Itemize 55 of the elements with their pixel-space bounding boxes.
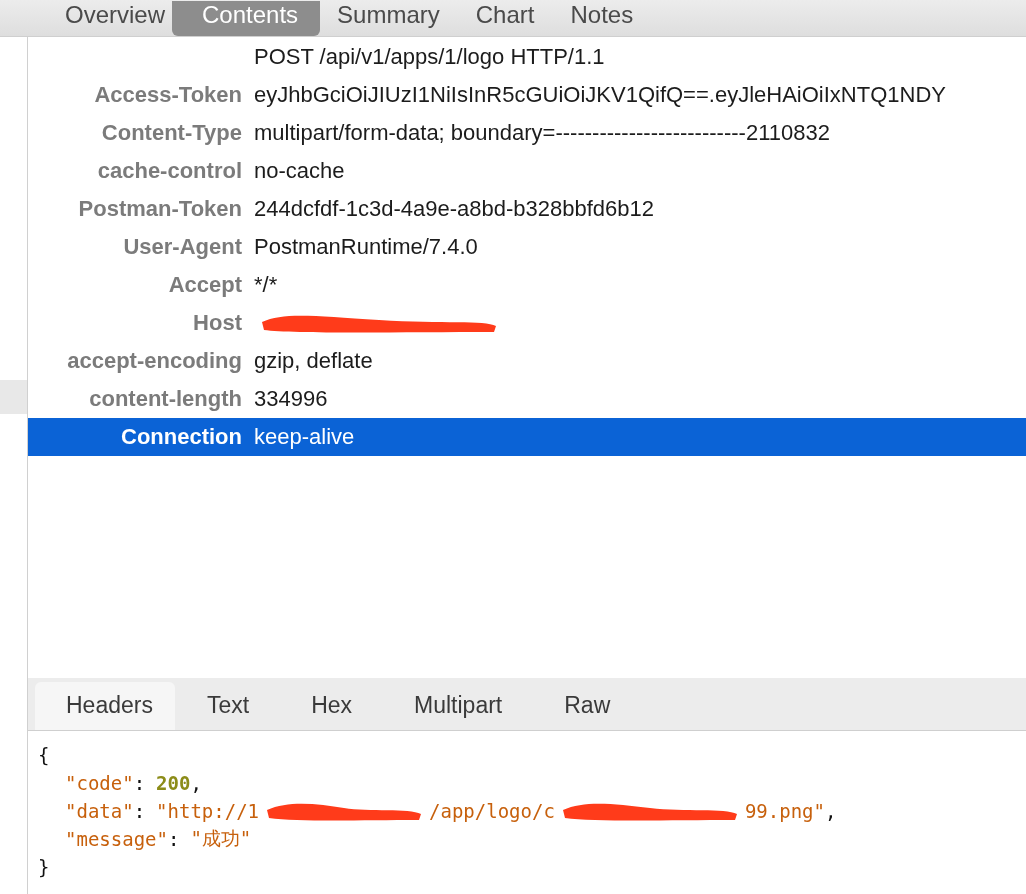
header-value: PostmanRuntime/7.4.0 <box>254 234 478 260</box>
header-row[interactable]: Content-Type multipart/form-data; boundary=--------------------------2110832 <box>28 114 1026 152</box>
json-value: "http://1 <box>156 800 260 822</box>
header-value: keep-alive <box>254 424 355 450</box>
header-row[interactable]: Accept */* <box>28 266 1026 304</box>
json-value: "成功" <box>190 826 252 851</box>
header-value: */* <box>254 272 278 298</box>
header-row[interactable]: User-Agent PostmanRuntime/7.4.0 <box>28 228 1026 266</box>
sidebar-highlight <box>0 380 27 414</box>
header-name: Content-Type <box>100 120 243 146</box>
json-key: "data" <box>65 800 134 822</box>
header-value: gzip, deflate <box>254 348 373 374</box>
json-colon: : <box>167 828 180 850</box>
request-line: POST /api/v1/apps/1/logo HTTP/1.1 <box>254 44 605 70</box>
header-name: Host <box>192 310 243 336</box>
header-row[interactable]: content-length 334996 <box>28 380 1026 418</box>
json-value: 99.png" <box>744 800 825 822</box>
header-row[interactable]: Postman-Token 244dcfdf-1c3d-4a9e-a8bd-b328bbfd6b12 <box>28 190 1026 228</box>
tab[interactable]: Summary <box>330 1 447 36</box>
header-value: multipart/form-data; boundary=--------------------------2110832 <box>254 120 830 146</box>
json-value: /app/logo/c <box>429 800 555 822</box>
json-key: "message" <box>65 828 168 850</box>
header-value: 334996 <box>254 386 328 412</box>
code-brace: { <box>38 744 50 766</box>
header-row[interactable]: cache-control no-cache <box>28 152 1026 190</box>
tab[interactable]: Overview <box>58 1 173 36</box>
header-name: Accept <box>167 272 243 298</box>
json-colon: : <box>133 800 146 822</box>
tab[interactable]: Headers <box>35 682 175 730</box>
tab[interactable]: Multipart <box>384 682 533 730</box>
header-value: no-cache <box>254 158 345 184</box>
header-value: 244dcfdf-1c3d-4a9e-a8bd-b328bbfd6b12 <box>254 196 654 222</box>
tab[interactable]: Raw <box>534 682 641 730</box>
json-colon: : <box>133 772 146 794</box>
json-key: "code" <box>65 772 134 794</box>
tab[interactable]: Chart <box>468 1 542 36</box>
header-row[interactable]: accept-encoding gzip, deflate <box>28 342 1026 380</box>
code-brace: } <box>38 856 50 878</box>
header-name: User-Agent <box>122 234 243 260</box>
header-name: Connection <box>120 424 243 450</box>
header-name: cache-control <box>96 158 243 184</box>
header-name: content-length <box>88 386 243 412</box>
tab[interactable]: Notes <box>563 1 641 36</box>
header-row[interactable]: Access-Token eyJhbGciOiJIUzI1NiIsInR5cGUiOiJKV1QifQ==.eyJleHAiOiIxNTQ1NDY <box>28 76 1026 114</box>
header-row[interactable]: Host <box>28 304 1026 342</box>
header-value: eyJhbGciOiJIUzI1NiIsInR5cGUiOiJKV1QifQ==.eyJleHAiOiIxNTQ1NDY <box>254 82 946 108</box>
tab[interactable]: Text <box>176 682 280 730</box>
json-value: 200 <box>156 772 191 794</box>
header-name: Postman-Token <box>77 196 243 222</box>
header-name: Access-Token <box>93 82 243 108</box>
header-row[interactable]: Connection keep-alive <box>28 418 1026 456</box>
header-name: accept-encoding <box>66 348 243 374</box>
json-comma: , <box>824 800 837 822</box>
tab[interactable]: Hex <box>281 682 383 730</box>
json-comma: , <box>190 772 202 794</box>
